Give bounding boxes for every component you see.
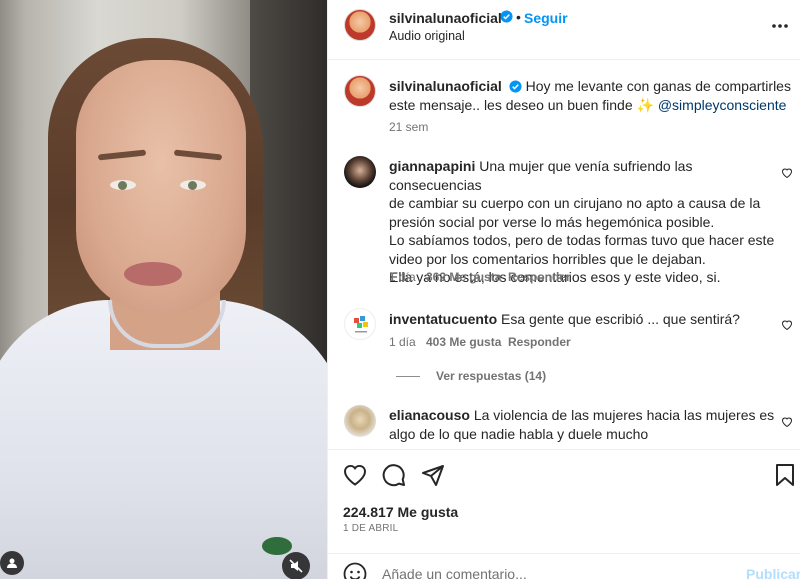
caption-avatar[interactable] — [344, 75, 376, 107]
more-options-button[interactable] — [771, 16, 789, 32]
verified-badge — [500, 10, 513, 26]
inventa-logo-icon — [354, 316, 368, 333]
comments-list[interactable]: silvinalunaoficial Hoy me levante con ga… — [328, 61, 800, 449]
caption: silvinalunaoficial Hoy me levante con ga… — [389, 77, 794, 114]
comment-username[interactable]: inventatucuento — [389, 311, 497, 327]
reply-button[interactable]: Responder — [508, 270, 571, 284]
comment-text: inventatucuento Esa gente que escribió .… — [389, 310, 784, 329]
emoji-button[interactable] — [343, 562, 367, 579]
post-actions: 224.817 Me gusta 1 DE ABRIL Añade un com… — [328, 449, 800, 579]
post-header: silvinalunaoficial • Seguir Audio origin… — [328, 0, 800, 60]
save-icon — [776, 464, 794, 486]
verified-icon — [509, 80, 522, 93]
publish-button[interactable]: Publicar — [746, 566, 800, 579]
eye-left — [110, 180, 136, 190]
tagged-users-button[interactable] — [0, 551, 24, 575]
brow-right — [173, 149, 223, 161]
comment-line: algo de lo que nadie habla y duele mucho — [389, 425, 649, 442]
author-username[interactable]: silvinalunaoficial — [389, 10, 502, 26]
dot-separator: • — [516, 9, 521, 25]
comment-line: La violencia de las mujeres hacia las mu… — [473, 407, 775, 423]
caption-time[interactable]: 21 sem — [389, 120, 428, 134]
brow-left — [97, 149, 147, 161]
comment-icon — [382, 464, 405, 487]
reply-button[interactable]: Responder — [508, 335, 571, 349]
comment-avatar[interactable] — [344, 156, 376, 188]
post-video[interactable] — [0, 0, 327, 579]
heart-icon — [781, 320, 793, 331]
comment-likes[interactable]: 362 Me gusta — [426, 270, 501, 284]
caption-mention[interactable]: @simpleyconsciente — [658, 97, 787, 113]
heart-icon — [343, 464, 367, 486]
audio-link[interactable]: Audio original — [389, 29, 465, 43]
mute-icon — [289, 559, 303, 573]
comment-line: Lo sabíamos todos, pero de todas formas … — [389, 232, 775, 248]
caption-line-2: este mensaje.. les deseo un buen finde ✨ — [389, 96, 654, 113]
heart-icon — [781, 417, 793, 428]
comment-like-button[interactable] — [781, 414, 793, 430]
heart-icon — [781, 168, 793, 179]
verified-icon — [500, 10, 513, 23]
comment-line: de cambiar su cuerpo con un cirujano no … — [389, 195, 761, 211]
share-button[interactable] — [421, 463, 445, 490]
save-button[interactable] — [775, 463, 795, 490]
more-icon — [772, 24, 788, 28]
add-comment-bar: Añade un comentario... Publicar — [328, 553, 800, 579]
replies-divider — [396, 376, 420, 378]
caption-username[interactable]: silvinalunaoficial — [389, 78, 502, 94]
comment-line: presión social por verse lo más hegemóni… — [389, 213, 715, 230]
comment-line: Esa gente que escribió ... que sentirá? — [501, 311, 740, 327]
comment-time[interactable]: 1 día — [389, 335, 416, 349]
comment-avatar[interactable] — [344, 405, 376, 437]
comment-username[interactable]: elianacouso — [389, 407, 470, 423]
comment-like-button[interactable] — [781, 165, 793, 181]
comment-likes[interactable]: 403 Me gusta — [426, 335, 501, 349]
share-icon — [422, 465, 444, 486]
comment-button[interactable] — [382, 463, 406, 490]
comment-line: video por los comentarios horribles que … — [389, 250, 706, 267]
view-replies-label: Ver respuestas (14) — [436, 369, 547, 383]
comment-username[interactable]: giannapapini — [389, 158, 475, 174]
user-icon — [7, 558, 17, 568]
comment-time[interactable]: 1 día — [389, 270, 416, 284]
author-avatar[interactable] — [344, 9, 376, 41]
view-replies-button[interactable]: Ver respuestas (14) — [396, 369, 546, 383]
video-face — [76, 60, 246, 315]
eye-right — [180, 180, 206, 190]
comment-like-button[interactable] — [781, 317, 793, 333]
comment-avatar[interactable] — [344, 308, 376, 340]
post-date: 1 DE ABRIL — [343, 523, 399, 534]
likes-count[interactable]: 224.817 Me gusta — [343, 504, 458, 520]
comment-input[interactable]: Añade un comentario... — [382, 566, 527, 579]
mouth — [124, 262, 182, 286]
caption-line-1: Hoy me levante con ganas de compartirles — [525, 78, 791, 94]
comment-text: elianacouso La violencia de las mujeres … — [389, 406, 784, 443]
follow-button[interactable]: Seguir — [524, 10, 568, 26]
mute-button[interactable] — [282, 552, 310, 579]
like-button[interactable] — [343, 464, 367, 489]
video-plant — [262, 537, 292, 555]
emoji-icon — [343, 562, 367, 579]
post-panel: silvinalunaoficial • Seguir Audio origin… — [327, 0, 800, 579]
comment-text: giannapapini Una mujer que venía sufrien… — [389, 157, 784, 287]
